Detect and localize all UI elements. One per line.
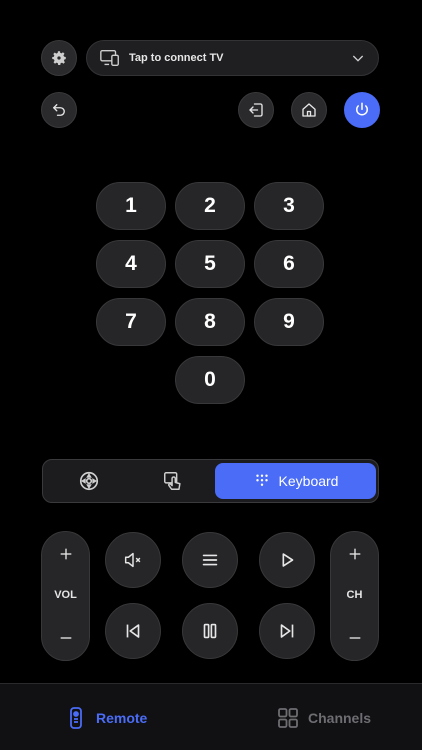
menu-icon bbox=[202, 554, 218, 566]
dpad-mode-tab[interactable] bbox=[47, 463, 131, 499]
connect-tv-dropdown[interactable]: Tap to connect TV bbox=[86, 40, 379, 76]
key-4[interactable]: 4 bbox=[96, 240, 166, 288]
touchpad-icon bbox=[164, 472, 181, 490]
channel-down-button[interactable] bbox=[331, 630, 378, 646]
gear-icon bbox=[52, 51, 67, 65]
home-icon bbox=[302, 103, 316, 117]
keyboard-mode-tab[interactable]: Keyboard bbox=[215, 463, 376, 499]
skip-previous-icon bbox=[126, 624, 140, 638]
menu-button[interactable] bbox=[182, 532, 238, 588]
plus-icon bbox=[349, 548, 360, 560]
back-arrow-icon bbox=[53, 104, 65, 116]
channel-label: CH bbox=[346, 589, 363, 601]
channel-up-button[interactable] bbox=[331, 546, 378, 562]
keypad-dots-icon bbox=[255, 474, 268, 486]
pause-button[interactable] bbox=[182, 603, 238, 659]
tab-channels-label: Channels bbox=[308, 709, 372, 726]
power-icon bbox=[356, 102, 368, 116]
key-9[interactable]: 9 bbox=[254, 298, 324, 346]
skip-next-icon bbox=[280, 624, 294, 638]
mute-button[interactable] bbox=[105, 532, 161, 588]
chevron-down-icon bbox=[352, 55, 364, 62]
touchpad-mode-tab[interactable] bbox=[131, 463, 215, 499]
key-6[interactable]: 6 bbox=[254, 240, 324, 288]
volume-label: VOL bbox=[54, 589, 77, 601]
key-7[interactable]: 7 bbox=[96, 298, 166, 346]
input-source-icon bbox=[249, 103, 263, 117]
cast-screen-icon bbox=[100, 49, 119, 67]
connect-tv-label: Tap to connect TV bbox=[129, 52, 224, 64]
next-button[interactable] bbox=[259, 603, 315, 659]
input-source-button[interactable] bbox=[238, 92, 274, 128]
remote-icon bbox=[70, 706, 82, 729]
play-button[interactable] bbox=[259, 532, 315, 588]
tab-remote[interactable]: Remote bbox=[64, 684, 147, 750]
pause-icon bbox=[203, 623, 217, 639]
dpad-icon bbox=[79, 471, 99, 491]
channel-rocker: CH bbox=[330, 531, 379, 661]
volume-rocker: VOL bbox=[41, 531, 90, 661]
settings-button[interactable] bbox=[41, 40, 77, 76]
play-icon bbox=[282, 553, 294, 567]
back-button[interactable] bbox=[41, 92, 77, 128]
home-button[interactable] bbox=[291, 92, 327, 128]
key-2[interactable]: 2 bbox=[175, 182, 245, 230]
previous-button[interactable] bbox=[105, 603, 161, 659]
volume-down-button[interactable] bbox=[42, 630, 89, 646]
volume-up-button[interactable] bbox=[42, 546, 89, 562]
key-1[interactable]: 1 bbox=[96, 182, 166, 230]
bottom-tab-bar: Remote Channels bbox=[0, 683, 422, 750]
plus-icon bbox=[60, 548, 71, 560]
key-3[interactable]: 3 bbox=[254, 182, 324, 230]
tab-remote-label: Remote bbox=[96, 709, 148, 726]
tab-channels[interactable]: Channels bbox=[276, 684, 371, 750]
minus-icon bbox=[60, 637, 71, 639]
key-0[interactable]: 0 bbox=[175, 356, 245, 404]
minus-icon bbox=[349, 637, 360, 639]
mute-icon bbox=[124, 552, 141, 568]
grid-icon bbox=[278, 707, 298, 728]
key-5[interactable]: 5 bbox=[175, 240, 245, 288]
key-8[interactable]: 8 bbox=[175, 298, 245, 346]
power-button[interactable] bbox=[344, 92, 380, 128]
keyboard-mode-label: Keyboard bbox=[278, 473, 339, 489]
mode-segmented-control: Keyboard bbox=[42, 459, 379, 503]
